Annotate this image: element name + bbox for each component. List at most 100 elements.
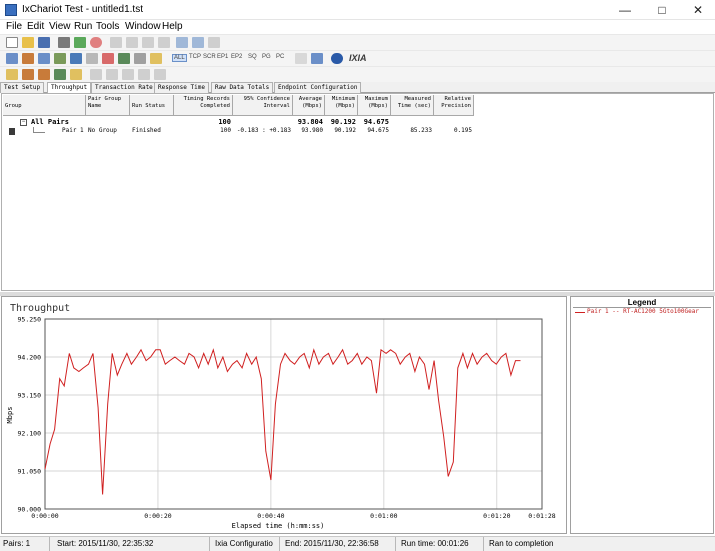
plot-area xyxy=(44,318,543,510)
results-tabs: Test Setup Throughput Transaction Rate R… xyxy=(0,82,715,94)
move-up-icon[interactable] xyxy=(90,69,102,80)
maximize-icon[interactable]: □ xyxy=(645,0,679,20)
options-icon[interactable] xyxy=(295,53,307,64)
title-bar: IxChariot Test - untitled1.tst — □ ✕ xyxy=(0,0,715,20)
pair1-pair-group-name: No Group xyxy=(88,127,117,134)
voip-icon[interactable] xyxy=(118,53,130,64)
throughput-chart: Throughput 90.00091.05092.10093.15094.20… xyxy=(6,303,556,530)
cut-icon[interactable] xyxy=(110,37,122,48)
menu-window[interactable]: Window xyxy=(125,21,161,32)
paste-icon[interactable] xyxy=(142,37,154,48)
collapse-toggle-icon[interactable]: − xyxy=(20,119,27,126)
new-file-icon[interactable] xyxy=(6,37,18,48)
script-icon[interactable] xyxy=(86,53,98,64)
report-icon[interactable] xyxy=(311,53,323,64)
header-run-status[interactable]: Run Status xyxy=(130,95,174,116)
menu-tools[interactable]: Tools xyxy=(96,21,119,32)
header-confidence-interval[interactable]: 95% Confidence Interval xyxy=(233,95,293,116)
expand-icon[interactable] xyxy=(122,69,134,80)
tab-transaction-rate[interactable]: Transaction Rate xyxy=(91,82,157,93)
status-bar: Pairs: 1 Start: 2015/11/30, 22:35:32 Ixi… xyxy=(0,536,715,551)
sort-icon[interactable] xyxy=(22,69,34,80)
pair1-maximum: 94.675 xyxy=(367,127,389,134)
menu-view[interactable]: View xyxy=(49,21,71,32)
group-icon[interactable] xyxy=(38,53,50,64)
stop-icon[interactable] xyxy=(90,37,102,48)
network-icon[interactable] xyxy=(70,53,82,64)
grid-icon[interactable] xyxy=(54,69,66,80)
chart-icon[interactable] xyxy=(70,69,82,80)
add-pair-icon[interactable] xyxy=(176,37,188,48)
copy-icon[interactable] xyxy=(126,37,138,48)
menu-edit[interactable]: Edit xyxy=(27,21,44,32)
series-line-pair1 xyxy=(44,348,521,495)
all-pairs-maximum: 94.675 xyxy=(363,118,389,126)
tab-response-time[interactable]: Response Time xyxy=(154,82,209,93)
close-icon[interactable]: ✕ xyxy=(681,0,715,20)
tab-test-setup[interactable]: Test Setup xyxy=(0,82,45,93)
menu-bar: File Edit View Run Tools Window Help xyxy=(0,20,715,34)
all-pairs-records: 100 xyxy=(218,118,231,126)
find-icon[interactable] xyxy=(208,37,220,48)
pair1-average: 93.980 xyxy=(301,127,323,134)
pair1-minimum: 90.192 xyxy=(334,127,356,134)
app-icon xyxy=(5,4,17,16)
pair1-records: 100 xyxy=(220,127,231,134)
status-end: End: 2015/11/30, 22:36:58 xyxy=(282,537,396,551)
save-icon[interactable] xyxy=(38,37,50,48)
multicast-icon[interactable] xyxy=(22,53,34,64)
header-maximum[interactable]: Maximum (Mbps) xyxy=(358,95,391,116)
y-tick-label: 91.050 xyxy=(18,468,42,476)
delete-icon[interactable] xyxy=(158,37,170,48)
pair-icon xyxy=(9,128,15,135)
collapse-icon[interactable] xyxy=(138,69,150,80)
pair1-run-status: Finished xyxy=(132,127,161,134)
filter-ep2-button[interactable]: EP2 xyxy=(231,54,242,60)
menu-file[interactable]: File xyxy=(6,21,22,32)
legend-entry-pair1[interactable]: Pair 1 -- RT-AC1200 5Gto100Gear xyxy=(587,308,699,315)
header-measured-time[interactable]: Measured Time (sec) xyxy=(391,95,434,116)
y-tick-label: 93.150 xyxy=(18,392,42,400)
open-folder-icon[interactable] xyxy=(22,37,34,48)
lightbulb-icon[interactable] xyxy=(150,53,162,64)
filter-scr-button[interactable]: SCR xyxy=(203,54,216,60)
legend-swatch xyxy=(575,312,585,313)
header-group[interactable]: Group xyxy=(3,95,86,116)
menu-help[interactable]: Help xyxy=(162,21,183,32)
filter-pg-button[interactable]: PG xyxy=(262,54,271,60)
tab-endpoint-configuration[interactable]: Endpoint Configuration xyxy=(274,82,362,93)
pair1-relative-precision: 0.195 xyxy=(453,127,472,134)
filter-tcp-button[interactable]: TCP xyxy=(189,54,201,60)
x-tick-label: 0:01:20 xyxy=(483,512,510,520)
endpoint-icon[interactable] xyxy=(54,53,66,64)
print-icon[interactable] xyxy=(58,37,70,48)
header-average[interactable]: Average (Mbps) xyxy=(293,95,325,116)
tab-raw-data-totals[interactable]: Raw Data Totals xyxy=(211,82,274,93)
timer-icon[interactable] xyxy=(102,53,114,64)
ixia-logo: IXIA xyxy=(349,53,367,63)
run-icon[interactable] xyxy=(74,37,86,48)
filter-sq-button[interactable]: SQ xyxy=(248,54,257,60)
zoom-icon[interactable] xyxy=(154,69,166,80)
edit-pair-icon[interactable] xyxy=(192,37,204,48)
properties-icon[interactable] xyxy=(6,69,18,80)
pair-icon[interactable] xyxy=(6,53,18,64)
filter-pc-button[interactable]: PC xyxy=(276,54,284,60)
filter-all-button[interactable]: ALL xyxy=(172,54,187,62)
filter-icon[interactable] xyxy=(38,69,50,80)
move-down-icon[interactable] xyxy=(106,69,118,80)
all-pairs-label[interactable]: All Pairs xyxy=(31,118,69,126)
minimize-icon[interactable]: — xyxy=(608,0,642,20)
info-icon[interactable] xyxy=(331,53,343,64)
pair1-group[interactable]: Pair 1 xyxy=(62,127,84,134)
video-icon[interactable] xyxy=(134,53,146,64)
header-pair-group-name[interactable]: Pair Group Name xyxy=(86,95,130,116)
header-relative-precision[interactable]: Relative Precision xyxy=(434,95,474,116)
toolbar-analysis xyxy=(0,66,715,82)
status-pairs: Pairs: 1 xyxy=(0,537,50,551)
menu-run[interactable]: Run xyxy=(74,21,92,32)
header-timing-records[interactable]: Timing Records Completed xyxy=(174,95,233,116)
filter-ep1-button[interactable]: EP1 xyxy=(217,54,228,60)
all-pairs-average: 93.804 xyxy=(297,118,323,126)
header-minimum[interactable]: Minimum (Mbps) xyxy=(325,95,358,116)
